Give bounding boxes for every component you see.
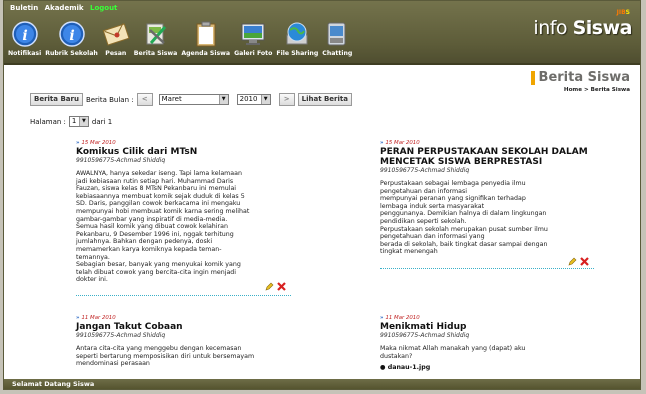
nav-label: Pesan xyxy=(105,50,127,57)
prev-month-button[interactable]: < xyxy=(136,93,153,106)
breadcrumb: Home > Berita Siswa xyxy=(531,87,630,93)
double-chevron-icon: » xyxy=(380,140,384,146)
article-card: » 11 Mar 2010 Jangan Takut Cobaan 9910596… xyxy=(76,315,316,368)
delete-x-icon[interactable] xyxy=(277,282,286,293)
attachment-link[interactable]: ● danau-1.jpg xyxy=(380,364,594,371)
article-body: AWALNYA, hanya sekedar iseng. Tapi lama … xyxy=(76,170,250,284)
bullet-icon: ● xyxy=(380,364,388,372)
clipboard-icon xyxy=(194,20,218,48)
info-siswa-logo: info Siswa xyxy=(533,17,632,39)
top-menu: Buletin Akademik Logout xyxy=(10,4,121,12)
info-circle-icon: i xyxy=(11,20,38,48)
nav-chatting[interactable]: Chatting xyxy=(322,20,352,57)
article-date: » 11 Mar 2010 xyxy=(380,315,420,321)
nav-agenda-siswa[interactable]: Agenda Siswa xyxy=(181,20,230,57)
breadcrumb-home[interactable]: Home xyxy=(564,87,582,93)
nav-label: File Sharing xyxy=(276,50,319,57)
globe-icon xyxy=(284,20,310,48)
next-month-button[interactable]: > xyxy=(278,93,295,106)
edit-pencil-icon[interactable] xyxy=(568,257,577,268)
article-date: » 11 Mar 2010 xyxy=(76,315,116,321)
tools-icon xyxy=(143,20,169,48)
svg-text:i: i xyxy=(69,28,74,44)
page-total: dari 1 xyxy=(91,117,113,126)
envelope-icon xyxy=(102,20,130,48)
nav-label: Rubrik Sekolah xyxy=(45,50,98,57)
article-title[interactable]: Jangan Takut Cobaan xyxy=(76,322,316,332)
chevron-down-icon: ▼ xyxy=(218,95,228,104)
nav-label: Agenda Siswa xyxy=(181,50,231,57)
nav-notifikasi[interactable]: i Notifikasi xyxy=(8,20,41,57)
chevron-down-icon: ▼ xyxy=(260,95,270,104)
article-divider xyxy=(380,268,594,269)
article-tools xyxy=(565,257,589,268)
page-title-block: Berita Siswa Home > Berita Siswa xyxy=(530,71,630,93)
article-author: 9910596775-Achmad Shiddiq xyxy=(76,157,166,164)
double-chevron-icon: » xyxy=(380,315,384,321)
monitor-icon xyxy=(240,20,266,48)
delete-x-icon[interactable] xyxy=(580,257,589,268)
berita-baru-button[interactable]: Berita Baru xyxy=(30,93,83,106)
article-author: 9910596775-Achmad Shiddiq xyxy=(380,167,470,174)
main-nav: i Notifikasi i Rubrik Sekolah Pesan Beri… xyxy=(8,20,356,57)
nav-label: Chatting xyxy=(322,50,353,57)
double-chevron-icon: » xyxy=(76,140,80,146)
menu-buletin[interactable]: Buletin xyxy=(10,4,38,12)
brand-logo: JIBS info Siswa xyxy=(533,9,632,39)
page-select[interactable]: 1 ▼ xyxy=(68,116,89,127)
article-body: Maka nikmat Allah manakah yang (dapat) a… xyxy=(380,345,526,360)
article-divider xyxy=(76,295,291,296)
pagination: Halaman : 1 ▼ dari 1 xyxy=(30,116,112,127)
logout-link[interactable]: Logout xyxy=(90,4,117,12)
breadcrumb-current: Berita Siswa xyxy=(590,87,630,93)
menu-akademik[interactable]: Akademik xyxy=(45,4,84,12)
article-card: » 15 Mar 2010 Komikus Cilik dari MTsN 991… xyxy=(76,140,316,284)
article-date: » 15 Mar 2010 xyxy=(380,140,420,146)
page-title: Berita Siswa xyxy=(530,71,630,85)
info-circle-icon: i xyxy=(58,20,85,48)
chat-icon xyxy=(325,20,349,48)
nav-label: Berita Siswa xyxy=(133,50,178,57)
article-body: Perpustakaan sebagai lembaga penyedia il… xyxy=(380,180,548,256)
svg-text:i: i xyxy=(22,28,27,44)
article-body: Antara cita-cita yang menggebu dengan ke… xyxy=(76,345,255,368)
nav-label: Galeri Foto xyxy=(234,50,273,57)
article-title[interactable]: Komikus Cilik dari MTsN xyxy=(76,147,316,157)
lihat-berita-button[interactable]: Lihat Berita xyxy=(297,93,352,106)
month-select[interactable]: Maret ▼ xyxy=(158,94,229,105)
article-title[interactable]: PERAN PERPUSTAKAAN SEKOLAH DALAM MENCETA… xyxy=(380,147,594,167)
nav-berita-siswa[interactable]: Berita Siswa xyxy=(133,20,178,57)
article-title[interactable]: Menikmati Hidup xyxy=(380,322,594,332)
article-card: » 15 Mar 2010 PERAN PERPUSTAKAAN SEKOLAH … xyxy=(380,140,594,256)
page-label: Halaman : xyxy=(30,117,66,126)
year-select[interactable]: 2010 ▼ xyxy=(236,94,271,105)
nav-rubrik-sekolah[interactable]: i Rubrik Sekolah xyxy=(45,20,98,57)
article-date: » 15 Mar 2010 xyxy=(76,140,116,146)
chevron-down-icon: ▼ xyxy=(78,117,88,126)
filter-bar: Berita Baru Berita Bulan : < Maret ▼ 2010… xyxy=(30,93,352,106)
breadcrumb-sep: > xyxy=(584,87,589,93)
double-chevron-icon: » xyxy=(76,315,80,321)
month-filter-label: Berita Bulan : xyxy=(85,95,134,104)
welcome-text: Selamat Datang Siswa xyxy=(12,380,95,388)
article-author: 9910596775-Achmad Shiddiq xyxy=(76,332,166,339)
nav-pesan[interactable]: Pesan xyxy=(102,20,130,57)
article-author: 9910596775-Achmad Shiddiq xyxy=(380,332,470,339)
nav-galeri-foto[interactable]: Galeri Foto xyxy=(234,20,272,57)
browser-window: Buletin Akademik Logout i Notifikasi i R… xyxy=(3,0,641,390)
jib-mark: JIBS xyxy=(616,9,630,16)
nav-file-sharing[interactable]: File Sharing xyxy=(276,20,318,57)
nav-label: Notifikasi xyxy=(8,50,42,57)
edit-pencil-icon[interactable] xyxy=(265,282,274,293)
article-card: » 11 Mar 2010 Menikmati Hidup 9910596775-… xyxy=(380,315,594,371)
article-tools xyxy=(262,282,286,293)
header-bar: Buletin Akademik Logout i Notifikasi i R… xyxy=(4,1,640,65)
footer-bar: Selamat Datang Siswa xyxy=(4,379,640,389)
